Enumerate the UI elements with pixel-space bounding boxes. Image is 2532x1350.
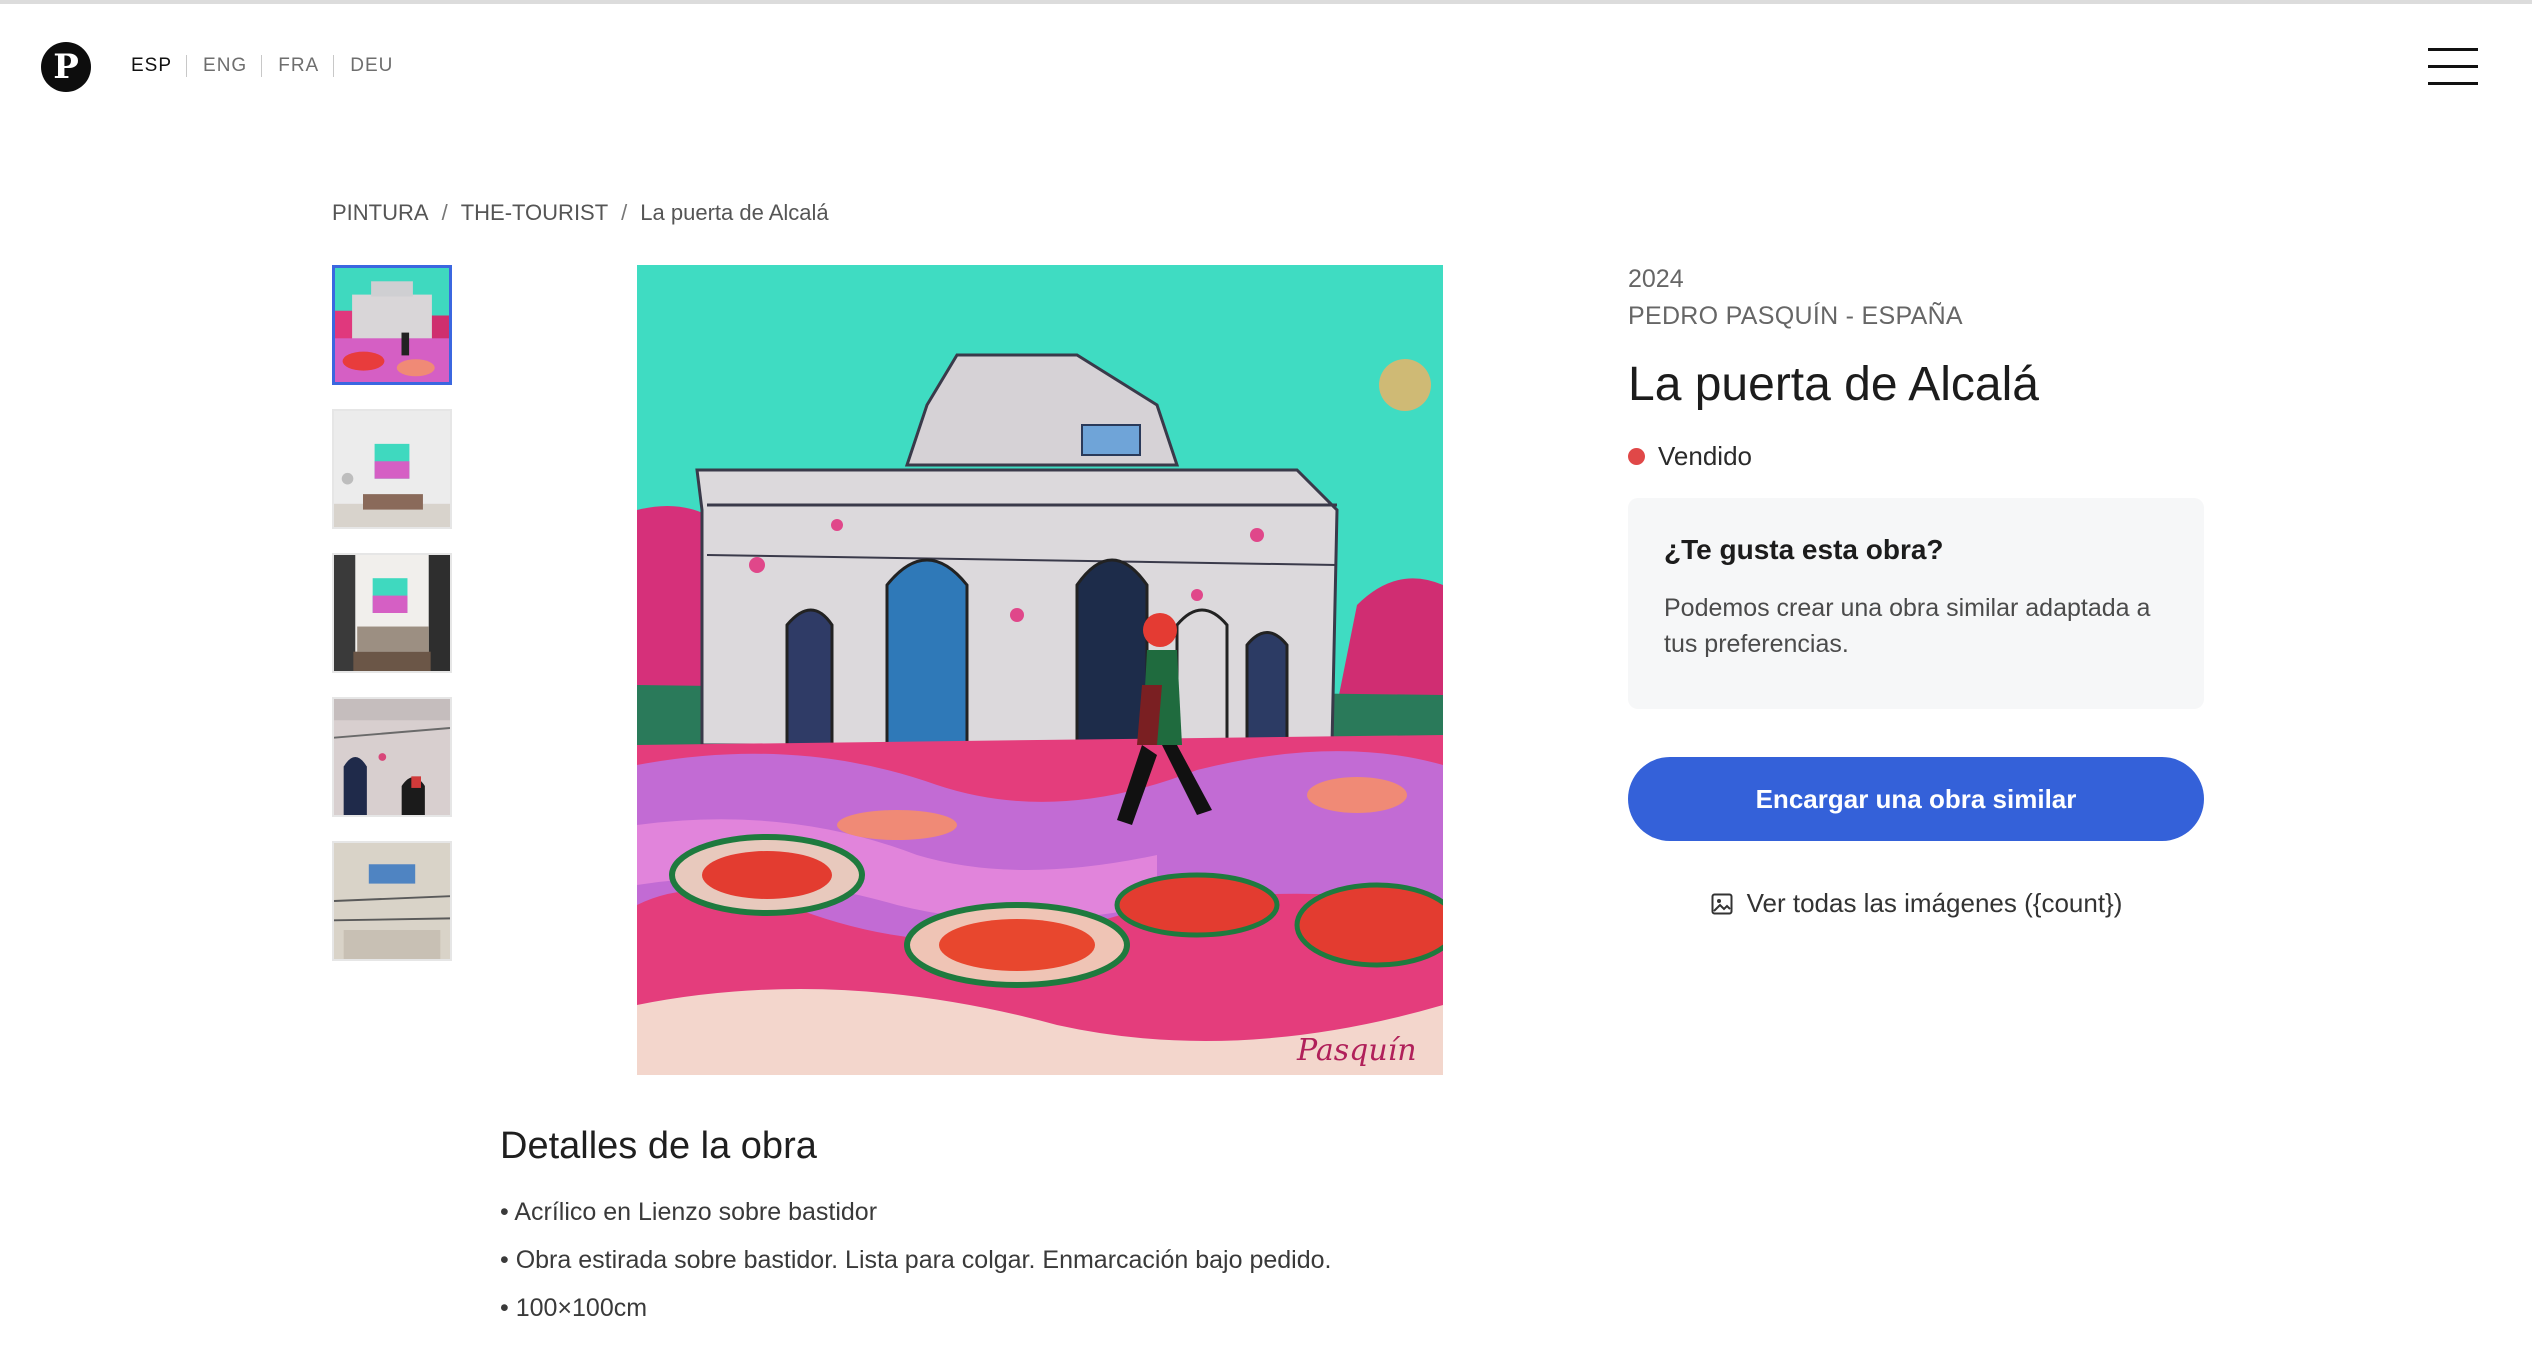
divider [333, 55, 335, 77]
thumbnail-room-wall[interactable] [332, 409, 452, 529]
breadcrumb-current: La puerta de Alcalá [640, 200, 829, 225]
language-esp[interactable]: ESP [131, 55, 172, 77]
details-title: Detalles de la obra [500, 1125, 817, 1167]
artwork-main-image[interactable]: Pasquín [637, 265, 1443, 1075]
details-item: Acrílico en Lienzo sobre bastidor [500, 1196, 1331, 1244]
status-badge: Vendido [1628, 441, 1752, 472]
top-divider [0, 0, 2532, 4]
breadcrumb-separator: / [621, 200, 628, 225]
language-deu[interactable]: DEU [350, 55, 393, 77]
details-item: 100×100cm [500, 1292, 1331, 1340]
logo[interactable]: P [41, 42, 91, 92]
page: P ESP ENG FRA DEU PINTURA / THE-TOURIST … [0, 0, 2532, 1350]
image-icon [1711, 893, 1733, 914]
status-label: Vendido [1658, 441, 1752, 471]
language-switcher: ESP ENG FRA DEU [131, 55, 393, 77]
breadcrumb-separator: / [441, 200, 448, 225]
commission-card: ¿Te gusta esta obra? Podemos crear una o… [1628, 498, 2204, 709]
artist-name[interactable]: PEDRO PASQUÍN - ESPAÑA [1628, 302, 1963, 331]
view-all-images-link[interactable]: Ver todas las imágenes ({count}) [1628, 888, 2204, 919]
thumbnail-painting[interactable] [332, 265, 452, 385]
thumbnail-detail-arch[interactable] [332, 697, 452, 817]
svg-text:Pasquín: Pasquín [1296, 1033, 1417, 1068]
divider [186, 55, 188, 77]
card-title: ¿Te gusta esta obra? [1664, 534, 1944, 565]
hamburger-menu-icon[interactable] [2428, 48, 2478, 86]
thumbnail-living-room[interactable] [332, 553, 452, 673]
divider [261, 55, 263, 77]
view-all-images-label: Ver todas las imágenes ({count}) [1746, 888, 2123, 918]
thumbnail-detail-top[interactable] [332, 841, 452, 961]
details-list: Acrílico en Lienzo sobre bastidor Obra e… [500, 1196, 1331, 1340]
language-fra[interactable]: FRA [278, 55, 319, 77]
breadcrumb-pintura[interactable]: PINTURA [332, 200, 429, 226]
commission-similar-button[interactable]: Encargar una obra similar [1628, 757, 2204, 841]
breadcrumb: PINTURA / THE-TOURIST / La puerta de Alc… [332, 200, 829, 226]
artwork-year: 2024 [1628, 265, 1684, 293]
language-eng[interactable]: ENG [203, 55, 247, 77]
breadcrumb-the-tourist[interactable]: THE-TOURIST [461, 200, 608, 226]
card-text: Podemos crear una obra similar adaptada … [1664, 594, 2151, 658]
artwork-title: La puerta de Alcalá [1628, 358, 2039, 411]
status-dot-icon [1628, 448, 1645, 465]
details-item: Obra estirada sobre bastidor. Lista para… [500, 1244, 1332, 1292]
